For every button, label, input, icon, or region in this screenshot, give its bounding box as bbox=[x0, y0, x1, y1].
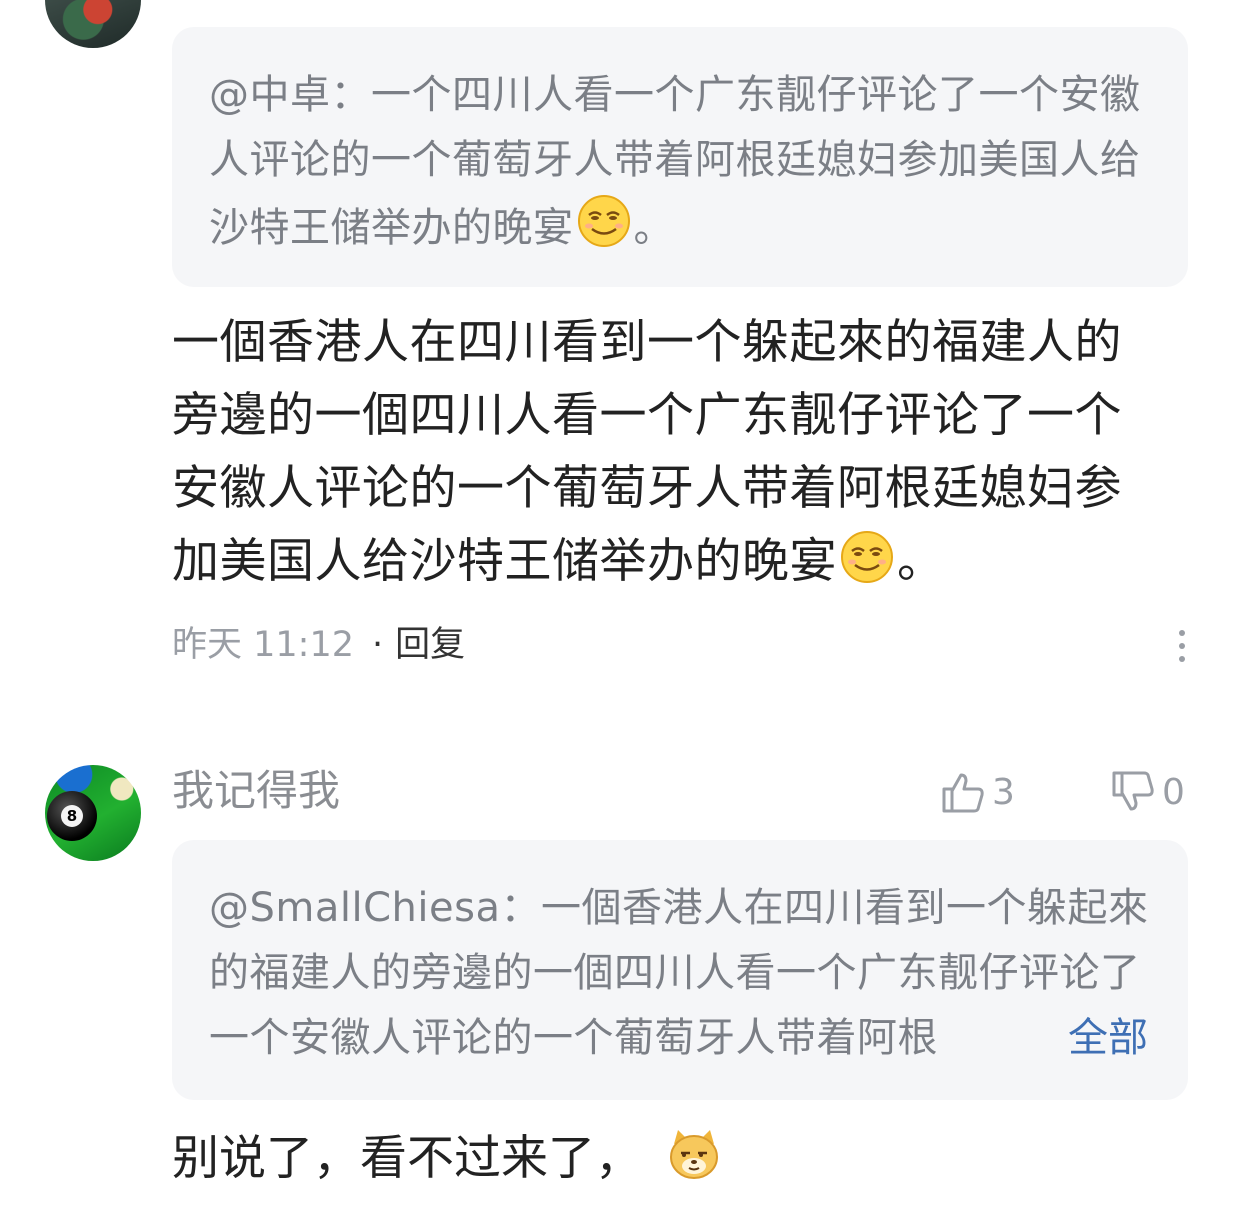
like-button[interactable]: 3 bbox=[940, 768, 1015, 816]
eight-ball-icon: 8 bbox=[47, 791, 97, 841]
avatar[interactable] bbox=[45, 0, 141, 48]
dislike-button[interactable]: 0 bbox=[1110, 768, 1185, 816]
comment-text: 一個香港人在四川看到一个躲起來的福建人的旁邊的一個四川人看一个广东靓仔评论了一个… bbox=[172, 315, 1122, 589]
more-vertical-icon[interactable] bbox=[1170, 626, 1194, 666]
thumbs-down-icon bbox=[1112, 771, 1154, 811]
like-count: 3 bbox=[992, 771, 1015, 813]
username[interactable]: 我记得我 bbox=[172, 764, 340, 818]
thumbs-up-icon bbox=[942, 773, 984, 813]
expand-all-link[interactable]: 全部 bbox=[1068, 1006, 1148, 1071]
quoted-text: @中卓：一个四川人看一个广东靓仔评论了一个安徽人评论的一个葡萄牙人带着阿根廷媳妇… bbox=[209, 72, 1141, 251]
ball-number: 8 bbox=[61, 805, 83, 827]
quoted-comment-text: @中卓：一个四川人看一个广东靓仔评论了一个安徽人评论的一个葡萄牙人带着阿根廷媳妇… bbox=[209, 63, 1154, 261]
smirk-emoji-icon bbox=[841, 531, 893, 583]
dislike-count: 0 bbox=[1162, 771, 1185, 813]
comment-meta: 昨天 11:12 · 回复 bbox=[172, 622, 465, 668]
avatar[interactable]: 8 bbox=[45, 765, 141, 861]
doge-emoji-icon bbox=[670, 1130, 718, 1179]
comment-body: 别说了，看不过来了， bbox=[172, 1122, 724, 1195]
quoted-comment[interactable]: @中卓：一个四川人看一个广东靓仔评论了一个安徽人评论的一个葡萄牙人带着阿根廷媳妇… bbox=[172, 27, 1188, 287]
reply-button[interactable]: 回复 bbox=[395, 625, 465, 665]
comment-body: 一個香港人在四川看到一个躲起來的福建人的旁邊的一個四川人看一个广东靓仔评论了一个… bbox=[172, 306, 1162, 598]
meta-separator: · bbox=[372, 625, 384, 665]
text-fade bbox=[938, 1005, 1058, 1070]
smirk-emoji-icon bbox=[577, 195, 630, 247]
quoted-comment[interactable]: @SmallChiesa：一個香港人在四川看到一个躲起來的福建人的旁邊的一個四川… bbox=[172, 840, 1188, 1100]
comment-text-end: 。 bbox=[897, 534, 945, 589]
comment-time: 昨天 11:12 bbox=[172, 625, 354, 665]
comment-text: 别说了，看不过来了， bbox=[172, 1131, 642, 1186]
quoted-text-end: 。 bbox=[633, 205, 674, 251]
